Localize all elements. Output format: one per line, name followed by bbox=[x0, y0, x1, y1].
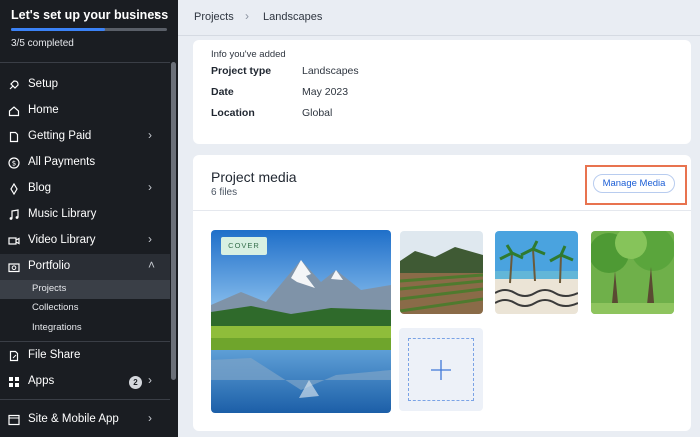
sidebar-item-label: Setup bbox=[28, 78, 59, 90]
sidebar-item-file-share[interactable]: File Share bbox=[0, 343, 170, 369]
video-icon bbox=[7, 234, 20, 247]
chevron-right-icon: › bbox=[148, 128, 152, 142]
media-file-count: 6 files bbox=[211, 187, 238, 198]
sidebar-item-all-payments[interactable]: $ All Payments bbox=[0, 150, 170, 176]
sidebar-item-label: Site & Mobile App bbox=[28, 413, 119, 425]
sidebar-subitem-integrations[interactable]: Integrations bbox=[0, 319, 170, 338]
media-thumbnail-beach[interactable] bbox=[495, 231, 578, 314]
sidebar-item-label: Portfolio bbox=[28, 260, 71, 272]
project-type-label: Project type bbox=[211, 65, 272, 77]
manage-media-button[interactable]: Manage Media bbox=[593, 174, 675, 193]
cover-badge: COVER bbox=[221, 237, 267, 255]
sidebar-subitem-label: Projects bbox=[32, 283, 67, 294]
sidebar-item-blog[interactable]: Blog › bbox=[0, 176, 170, 202]
project-media-title: Project media bbox=[211, 169, 297, 185]
document-icon bbox=[7, 130, 20, 143]
sidebar: Let's set up your business › 3/5 complet… bbox=[0, 0, 178, 437]
sidebar-item-label: Home bbox=[28, 104, 59, 116]
divider bbox=[0, 399, 170, 400]
add-media-button[interactable] bbox=[399, 328, 483, 411]
setup-progress-text: 3/5 completed bbox=[11, 38, 74, 49]
sidebar-item-music-library[interactable]: Music Library bbox=[0, 202, 170, 228]
sidebar-item-video-library[interactable]: Video Library › bbox=[0, 228, 170, 254]
chevron-right-icon[interactable]: › bbox=[154, 6, 158, 21]
date-value: May 2023 bbox=[302, 86, 349, 98]
plus-icon bbox=[431, 359, 451, 380]
setup-progress-panel[interactable]: Let's set up your business › 3/5 complet… bbox=[0, 0, 178, 60]
sidebar-scrollbar[interactable] bbox=[171, 62, 176, 380]
apps-icon bbox=[7, 375, 20, 388]
svg-text:$: $ bbox=[11, 159, 15, 167]
media-thumbnail-cover[interactable]: COVER bbox=[211, 230, 391, 413]
count-badge: 2 bbox=[129, 376, 142, 389]
chevron-right-icon: › bbox=[148, 373, 152, 387]
breadcrumb-projects-link[interactable]: Projects bbox=[194, 11, 234, 23]
sidebar-item-getting-paid[interactable]: Getting Paid › bbox=[0, 124, 170, 150]
location-value: Global bbox=[302, 107, 333, 119]
rocket-icon bbox=[7, 78, 20, 91]
sidebar-item-label: Blog bbox=[28, 182, 52, 194]
portfolio-icon bbox=[7, 260, 20, 273]
sidebar-subitem-label: Collections bbox=[32, 302, 79, 313]
media-thumbnail-trees[interactable] bbox=[591, 231, 674, 314]
media-thumbnail-vineyard[interactable] bbox=[400, 231, 483, 314]
setup-progress-bar bbox=[11, 28, 167, 31]
pen-icon bbox=[7, 182, 20, 195]
chevron-right-icon: › bbox=[245, 9, 249, 23]
sidebar-subitem-label: Integrations bbox=[32, 322, 82, 333]
sidebar-item-site-mobile-app[interactable]: Site & Mobile App › bbox=[0, 407, 170, 433]
sidebar-item-label: File Share bbox=[28, 349, 81, 361]
location-label: Location bbox=[211, 107, 255, 119]
chevron-right-icon: › bbox=[148, 411, 152, 425]
project-media-header: Project media 6 files Manage Media bbox=[193, 155, 691, 211]
project-type-value: Landscapes bbox=[302, 65, 359, 77]
home-icon bbox=[7, 104, 20, 117]
chevron-right-icon: › bbox=[148, 180, 152, 194]
project-info-card: Info you've added Project type Landscape… bbox=[193, 40, 691, 144]
setup-title: Let's set up your business bbox=[11, 8, 169, 22]
add-media-dropzone[interactable] bbox=[408, 338, 474, 401]
sidebar-item-label: Video Library bbox=[28, 234, 96, 246]
sidebar-subitem-collections[interactable]: Collections bbox=[0, 299, 170, 318]
divider bbox=[0, 341, 170, 342]
sidebar-item-label: Getting Paid bbox=[28, 130, 92, 142]
chevron-right-icon: › bbox=[148, 232, 152, 246]
breadcrumb-current: Landscapes bbox=[263, 11, 323, 23]
sidebar-item-label: Apps bbox=[28, 375, 55, 387]
breadcrumb: Projects › Landscapes bbox=[178, 0, 700, 36]
dollar-icon: $ bbox=[7, 156, 20, 169]
file-share-icon bbox=[7, 349, 20, 362]
divider bbox=[0, 62, 170, 63]
sidebar-item-label: Music Library bbox=[28, 208, 97, 220]
sidebar-item-apps[interactable]: Apps 2 › bbox=[0, 369, 170, 395]
music-icon bbox=[7, 208, 20, 221]
sidebar-subitem-projects[interactable]: Projects bbox=[0, 280, 170, 299]
sidebar-item-portfolio[interactable]: Portfolio ˄ bbox=[0, 254, 170, 280]
project-media-card: Project media 6 files Manage Media COVER bbox=[193, 155, 691, 431]
site-icon bbox=[7, 413, 20, 426]
info-hint: Info you've added bbox=[211, 49, 286, 60]
sidebar-item-setup[interactable]: Setup bbox=[0, 72, 170, 98]
sidebar-item-home[interactable]: Home bbox=[0, 98, 170, 124]
date-label: Date bbox=[211, 86, 234, 98]
chevron-up-icon: ˄ bbox=[148, 258, 156, 272]
sidebar-item-label: All Payments bbox=[28, 156, 96, 168]
